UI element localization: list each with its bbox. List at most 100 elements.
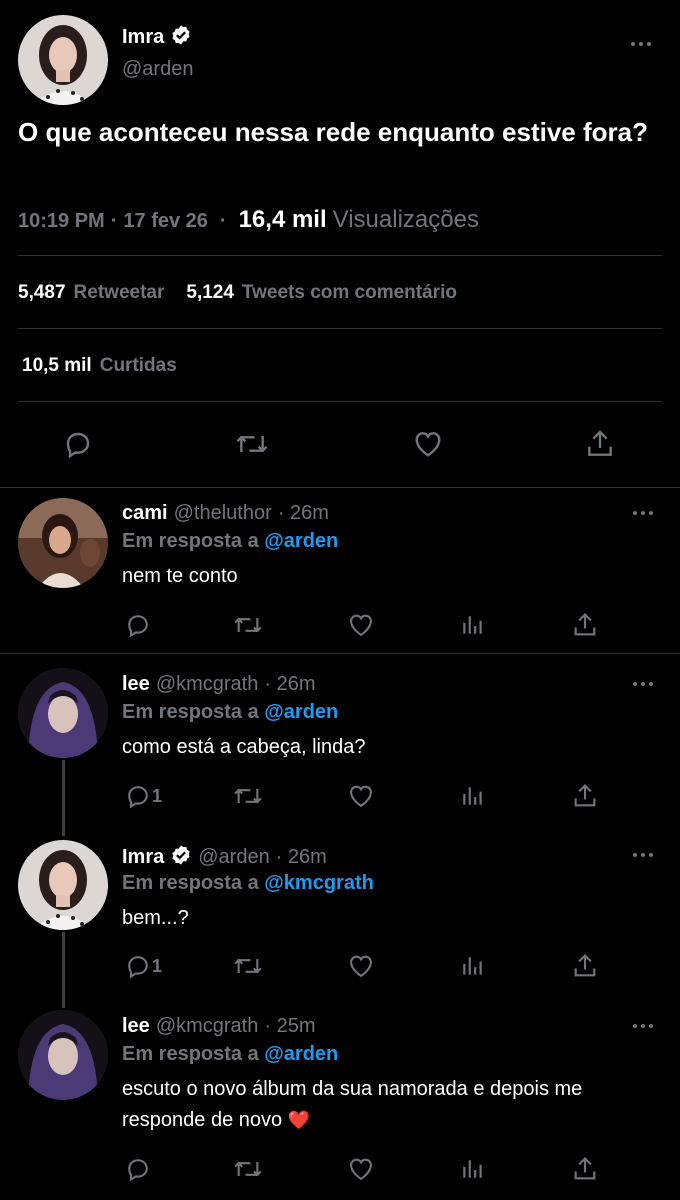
reply-author-name[interactable]: lee bbox=[122, 673, 150, 696]
reply-to-prefix: Em resposta a bbox=[122, 530, 259, 552]
reply-button[interactable] bbox=[124, 1155, 152, 1183]
separator: · bbox=[110, 210, 118, 232]
analytics-button[interactable] bbox=[460, 782, 486, 810]
reply-button[interactable] bbox=[124, 611, 152, 639]
like-icon bbox=[350, 1158, 372, 1181]
reply-author-handle[interactable]: @kmcgrath bbox=[156, 1015, 259, 1038]
reply-icon bbox=[128, 1159, 148, 1182]
avatar-imra[interactable] bbox=[18, 840, 108, 930]
more-icon[interactable] bbox=[630, 679, 656, 689]
reply-author-name[interactable]: Imra bbox=[122, 846, 164, 869]
like-button[interactable] bbox=[346, 611, 376, 639]
reply-icon bbox=[128, 786, 148, 809]
share-button[interactable] bbox=[571, 1155, 599, 1183]
reply-to-handle[interactable]: @arden bbox=[264, 701, 338, 723]
reply-icon bbox=[66, 432, 90, 459]
avatar-portrait-image bbox=[18, 15, 108, 105]
retweet-icon bbox=[236, 435, 268, 453]
more-icon[interactable] bbox=[630, 850, 656, 860]
avatar-lee[interactable] bbox=[18, 668, 108, 758]
thread-connector bbox=[62, 760, 65, 836]
more-icon[interactable] bbox=[630, 508, 656, 518]
retweet-icon bbox=[234, 788, 262, 804]
like-icon bbox=[415, 432, 441, 457]
reply-text: nem te conto bbox=[122, 565, 238, 587]
reply-author-handle[interactable]: @arden bbox=[198, 846, 269, 869]
reply-button[interactable] bbox=[62, 428, 94, 460]
like-button[interactable] bbox=[346, 1155, 376, 1183]
reply-button[interactable]: 1 bbox=[124, 952, 162, 980]
reply-author-name[interactable]: cami bbox=[122, 502, 168, 525]
reply-author-name[interactable]: lee bbox=[122, 1015, 150, 1038]
reply-icon bbox=[128, 956, 148, 979]
reply-text-line: responde de novo bbox=[122, 1109, 283, 1131]
tweet-date: 17 fev 26 bbox=[123, 210, 208, 232]
like-button[interactable] bbox=[411, 428, 445, 460]
likes-count[interactable]: 10,5 mil bbox=[22, 355, 92, 377]
quotes-count[interactable]: 5,124 bbox=[186, 282, 234, 304]
retweet-button[interactable] bbox=[232, 1155, 264, 1183]
reply-to-handle[interactable]: @arden bbox=[264, 530, 338, 552]
like-icon bbox=[350, 955, 372, 978]
reply-time[interactable]: · 25m bbox=[264, 1015, 315, 1038]
heart-emoji: ❤️ bbox=[287, 1110, 311, 1130]
avatar-photo-image bbox=[18, 498, 108, 588]
tweet-time: 10:19 PM bbox=[18, 210, 105, 232]
more-icon[interactable] bbox=[628, 39, 654, 49]
share-button[interactable] bbox=[584, 428, 616, 460]
quotes-label[interactable]: Tweets com comentário bbox=[242, 282, 457, 304]
like-button[interactable] bbox=[346, 952, 376, 980]
analytics-icon bbox=[463, 616, 482, 634]
more-icon[interactable] bbox=[630, 1021, 656, 1031]
retweet-button[interactable] bbox=[232, 782, 264, 810]
analytics-icon bbox=[463, 787, 482, 805]
retweet-button[interactable] bbox=[234, 428, 270, 460]
analytics-icon bbox=[463, 1160, 482, 1178]
retweet-button[interactable] bbox=[232, 952, 264, 980]
avatar-photo-image bbox=[18, 668, 108, 758]
analytics-button[interactable] bbox=[460, 952, 486, 980]
reply-time[interactable]: · 26m bbox=[278, 502, 329, 525]
separator: · bbox=[219, 210, 227, 232]
reply-count: 1 bbox=[152, 785, 163, 806]
avatar-lee[interactable] bbox=[18, 1010, 108, 1100]
divider bbox=[0, 487, 680, 488]
share-button[interactable] bbox=[571, 782, 599, 810]
share-icon bbox=[588, 430, 612, 456]
reply-to-handle[interactable]: @arden bbox=[264, 1043, 338, 1065]
divider bbox=[0, 653, 680, 654]
reply-time[interactable]: · 26m bbox=[264, 673, 315, 696]
retweet-button[interactable] bbox=[232, 611, 264, 639]
reply-to-handle[interactable]: @kmcgrath bbox=[264, 872, 374, 894]
retweets-count[interactable]: 5,487 bbox=[18, 282, 66, 304]
author-handle[interactable]: @arden bbox=[122, 58, 193, 81]
avatar-cami[interactable] bbox=[18, 498, 108, 588]
retweet-icon bbox=[234, 958, 262, 974]
verified-icon bbox=[170, 24, 192, 51]
reply-to-prefix: Em resposta a bbox=[122, 1043, 259, 1065]
reply-button[interactable]: 1 bbox=[124, 782, 162, 810]
avatar-portrait-image bbox=[18, 840, 108, 930]
thread-connector bbox=[62, 932, 65, 1008]
retweets-label[interactable]: Retweetar bbox=[74, 282, 165, 304]
share-icon bbox=[574, 613, 596, 636]
divider bbox=[18, 401, 662, 402]
views-label[interactable]: Visualizações bbox=[333, 206, 479, 234]
share-button[interactable] bbox=[571, 611, 599, 639]
reply-author-handle[interactable]: @kmcgrath bbox=[156, 673, 259, 696]
verified-icon bbox=[170, 844, 192, 871]
author-name[interactable]: Imra bbox=[122, 26, 164, 49]
analytics-button[interactable] bbox=[460, 1155, 486, 1183]
share-icon bbox=[574, 1157, 596, 1180]
like-button[interactable] bbox=[346, 782, 376, 810]
reply-icon bbox=[128, 615, 148, 638]
analytics-button[interactable] bbox=[460, 611, 486, 639]
share-button[interactable] bbox=[571, 952, 599, 980]
views-count: 16,4 mil bbox=[238, 206, 327, 233]
avatar-imra[interactable] bbox=[18, 15, 108, 105]
likes-label[interactable]: Curtidas bbox=[100, 355, 177, 377]
reply-time[interactable]: · 26m bbox=[276, 846, 327, 869]
analytics-icon bbox=[463, 957, 482, 975]
reply-author-handle[interactable]: @theluthor bbox=[174, 502, 272, 525]
divider bbox=[18, 328, 662, 329]
